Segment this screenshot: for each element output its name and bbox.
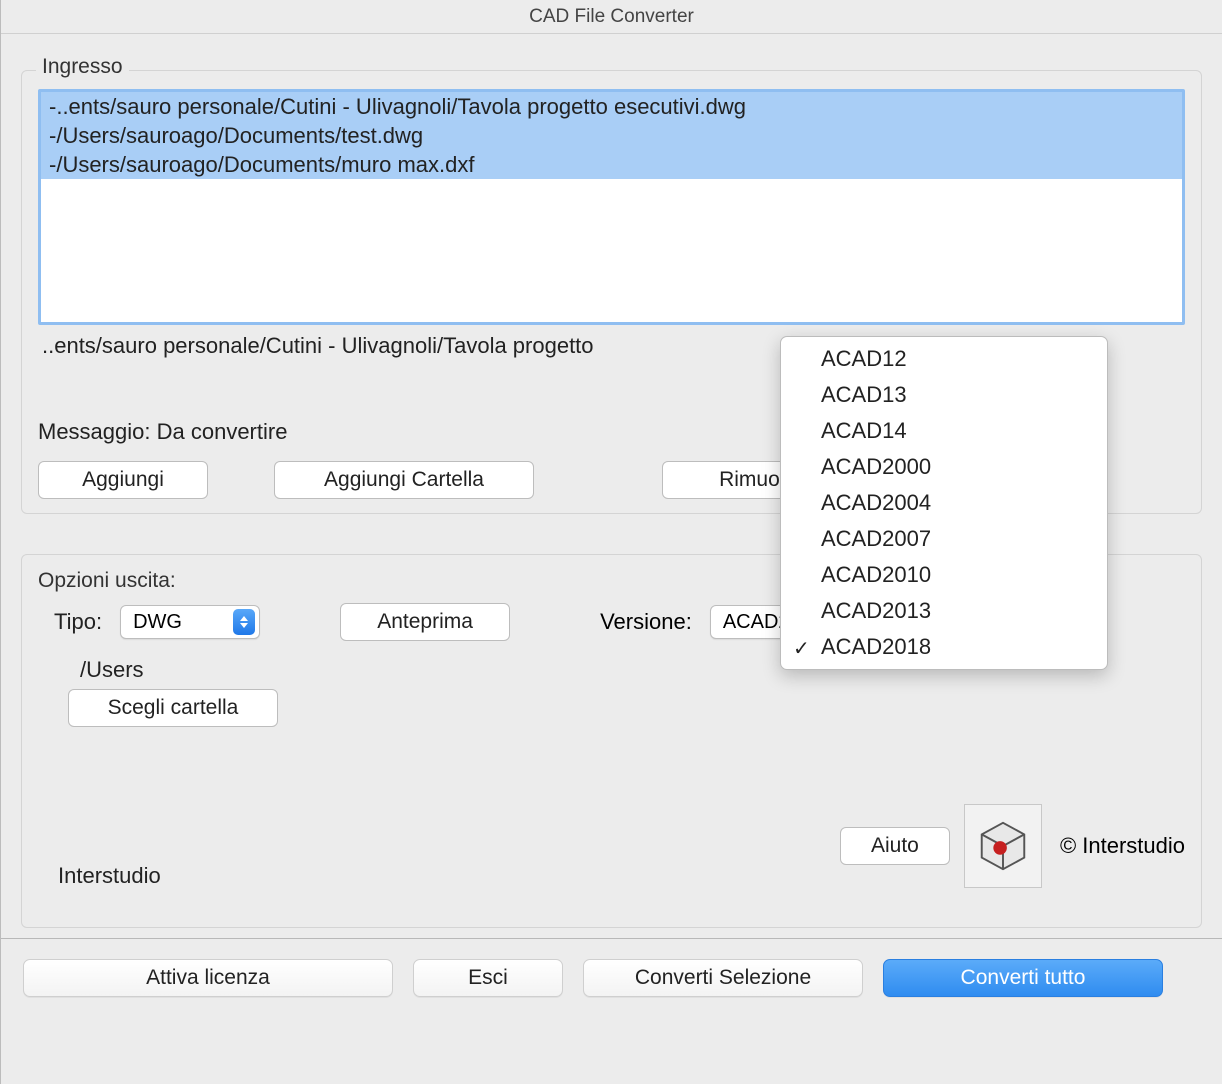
dropdown-item-label: ACAD2018 <box>821 634 931 659</box>
help-button[interactable]: Aiuto <box>840 827 950 865</box>
titlebar: CAD File Converter <box>1 0 1222 34</box>
copyright-label: © Interstudio <box>1060 833 1185 859</box>
version-dropdown-menu[interactable]: ACAD12 ACAD13 ACAD14 ACAD2000 ACAD2004 A… <box>780 336 1108 670</box>
dropdown-item-acad2010[interactable]: ACAD2010 <box>781 557 1107 593</box>
folder-path: /Users <box>80 657 144 683</box>
footer-row: Interstudio Aiuto © Interstudio <box>38 803 1185 897</box>
exit-button[interactable]: Esci <box>413 959 563 997</box>
preview-button[interactable]: Anteprima <box>340 603 510 641</box>
type-select[interactable]: DWG <box>120 605 260 639</box>
logo-icon <box>964 804 1042 888</box>
version-label: Versione: <box>600 609 692 635</box>
bottom-bar: Attiva licenza Esci Converti Selezione C… <box>1 938 1222 997</box>
list-item[interactable]: -/Users/sauroago/Documents/test.dwg <box>41 121 1182 150</box>
dropdown-item-acad12[interactable]: ACAD12 <box>781 341 1107 377</box>
list-item[interactable]: -..ents/sauro personale/Cutini - Ulivagn… <box>41 92 1182 121</box>
convert-all-button[interactable]: Converti tutto <box>883 959 1163 997</box>
list-item[interactable]: -/Users/sauroago/Documents/muro max.dxf <box>41 150 1182 179</box>
dropdown-item-acad2013[interactable]: ACAD2013 <box>781 593 1107 629</box>
activate-license-button[interactable]: Attiva licenza <box>23 959 393 997</box>
type-select-value: DWG <box>133 611 182 634</box>
vendor-label: Interstudio <box>58 863 161 889</box>
chevron-updown-icon <box>233 609 255 635</box>
choose-folder-button[interactable]: Scegli cartella <box>68 689 278 727</box>
app-window: CAD File Converter Ingresso -..ents/saur… <box>0 0 1222 1084</box>
options-row-2: /Users Scegli cartella <box>38 663 1185 727</box>
dropdown-item-acad13[interactable]: ACAD13 <box>781 377 1107 413</box>
add-button[interactable]: Aggiungi <box>38 461 208 499</box>
ingresso-label: Ingresso <box>36 55 129 79</box>
file-list[interactable]: -..ents/sauro personale/Cutini - Ulivagn… <box>38 89 1185 325</box>
convert-selection-button[interactable]: Converti Selezione <box>583 959 863 997</box>
dropdown-item-acad14[interactable]: ACAD14 <box>781 413 1107 449</box>
window-title: CAD File Converter <box>529 6 694 28</box>
dropdown-item-acad2018[interactable]: ✓ ACAD2018 <box>781 629 1107 665</box>
dropdown-item-acad2007[interactable]: ACAD2007 <box>781 521 1107 557</box>
folder-stack: /Users Scegli cartella <box>68 663 278 727</box>
add-folder-button[interactable]: Aggiungi Cartella <box>274 461 534 499</box>
dropdown-item-acad2000[interactable]: ACAD2000 <box>781 449 1107 485</box>
type-label: Tipo: <box>54 609 102 635</box>
dropdown-item-acad2004[interactable]: ACAD2004 <box>781 485 1107 521</box>
check-icon: ✓ <box>793 635 810 663</box>
file-list-inner: -..ents/sauro personale/Cutini - Ulivagn… <box>41 92 1182 179</box>
